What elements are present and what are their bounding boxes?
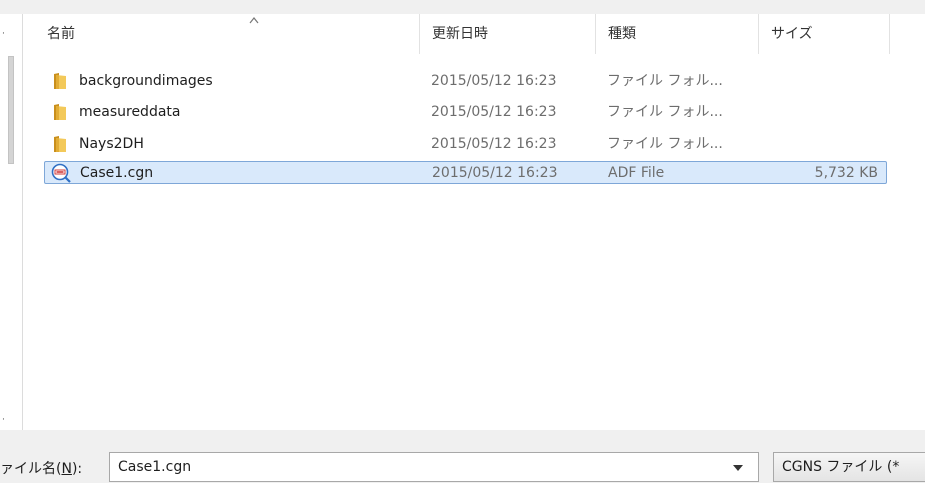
filename-input[interactable] <box>109 452 759 482</box>
column-header-date[interactable]: 更新日時 <box>432 14 488 54</box>
sort-ascending-icon <box>249 17 259 24</box>
file-size: 5,732 KB <box>814 165 878 181</box>
adf-file-icon <box>51 163 71 183</box>
scroll-up-icon[interactable]: · <box>2 30 5 39</box>
column-header-name[interactable]: 名前 <box>47 14 75 54</box>
file-name: Nays2DH <box>79 136 144 152</box>
file-type: ファイル フォル... <box>607 104 723 120</box>
file-row-case1[interactable]: Case1.cgn 2015/05/12 16:23 ADF File 5,73… <box>44 161 887 184</box>
navigation-scrollbar-thumb[interactable] <box>8 56 14 164</box>
dialog-footer: ァイル名(N): CGNS ファイル (* <box>0 430 925 483</box>
column-separator[interactable] <box>595 14 596 54</box>
navigation-pane[interactable]: · · <box>0 14 22 430</box>
dialog-top-strip <box>0 0 925 14</box>
folder-icon <box>54 104 66 120</box>
file-name: measureddata <box>79 104 181 120</box>
scroll-down-icon[interactable]: · <box>2 416 5 425</box>
file-row-nays2dh[interactable]: Nays2DH 2015/05/12 16:23 ファイル フォル... <box>44 133 887 156</box>
file-list[interactable]: 名前 更新日時 種類 サイズ backgroundimages 2015/05/… <box>22 14 925 430</box>
column-header-size[interactable]: サイズ <box>771 14 813 54</box>
column-separator[interactable] <box>419 14 420 54</box>
file-name: Case1.cgn <box>80 165 154 181</box>
file-date: 2015/05/12 16:23 <box>431 104 557 120</box>
file-date: 2015/05/12 16:23 <box>431 73 557 89</box>
column-separator[interactable] <box>889 14 890 54</box>
filetype-select[interactable]: CGNS ファイル (* <box>773 452 925 482</box>
column-separator[interactable] <box>758 14 759 54</box>
filename-history-dropdown-icon[interactable] <box>733 465 743 471</box>
file-date: 2015/05/12 16:23 <box>431 136 557 152</box>
file-type: ADF File <box>608 165 665 181</box>
folder-icon <box>54 73 66 89</box>
file-date: 2015/05/12 16:23 <box>432 165 558 181</box>
column-header-type[interactable]: 種類 <box>608 14 636 54</box>
file-type: ファイル フォル... <box>607 136 723 152</box>
file-row-measureddata[interactable]: measureddata 2015/05/12 16:23 ファイル フォル..… <box>44 101 887 124</box>
file-name: backgroundimages <box>79 73 213 89</box>
file-type: ファイル フォル... <box>607 73 723 89</box>
filename-label: ァイル名(N): <box>0 461 83 477</box>
folder-icon <box>54 136 66 152</box>
file-row-backgroundimages[interactable]: backgroundimages 2015/05/12 16:23 ファイル フ… <box>44 70 887 93</box>
